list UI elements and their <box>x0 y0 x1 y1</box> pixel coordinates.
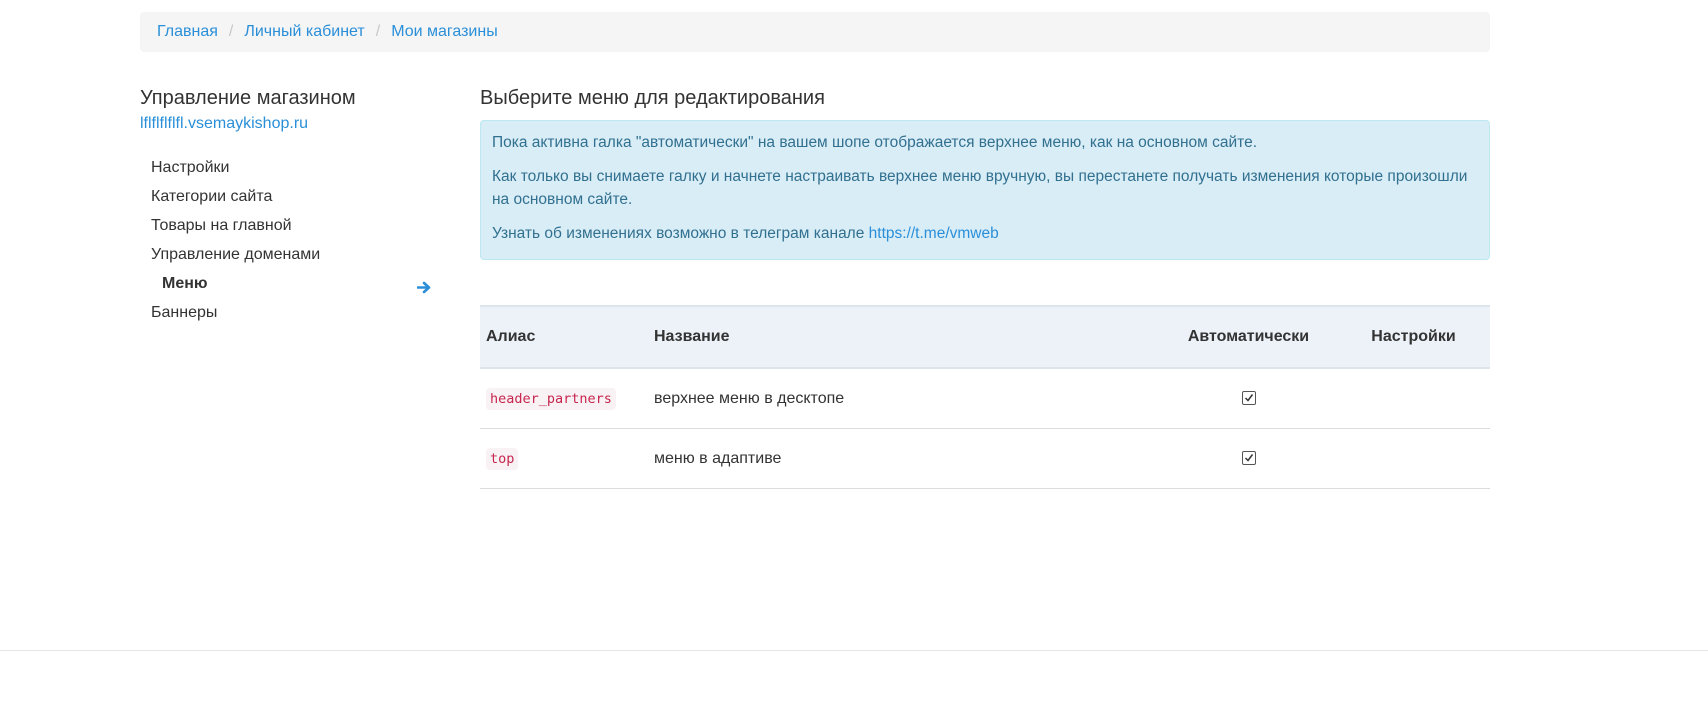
page: Главная / Личный кабинет / Мои магазины … <box>0 0 1708 706</box>
name-cell: верхнее меню в десктопе <box>648 368 1160 429</box>
sidebar-item-banners[interactable]: Баннеры <box>140 298 430 327</box>
breadcrumb: Главная / Личный кабинет / Мои магазины <box>140 12 1490 52</box>
breadcrumb-separator: / <box>228 23 234 40</box>
auto-cell <box>1160 428 1337 489</box>
info-alert: Пока активна галка "автоматически" на ва… <box>480 120 1490 260</box>
table-row[interactable]: header_partners верхнее меню в десктопе <box>480 368 1490 429</box>
menus-table: Алиас Название Автоматически Настройки h… <box>480 305 1490 489</box>
alias-code: top <box>486 447 519 470</box>
alias-code: header_partners <box>486 387 616 410</box>
alert-text: Узнать об изменениях возможно в телеграм… <box>492 225 869 242</box>
column-header-alias: Алиас <box>480 305 648 369</box>
column-header-auto: Автоматически <box>1160 305 1337 369</box>
settings-cell <box>1337 368 1490 429</box>
breadcrumb-account-link[interactable]: Личный кабинет <box>244 23 364 41</box>
sidebar-item-menu[interactable]: Меню <box>140 269 432 298</box>
name-cell: меню в адаптиве <box>648 428 1160 489</box>
page-title: Выберите меню для редактирования <box>480 87 825 109</box>
sidebar-item-domains[interactable]: Управление доменами <box>140 240 430 269</box>
settings-cell <box>1337 428 1490 489</box>
breadcrumb-home-link[interactable]: Главная <box>157 23 218 41</box>
footer-divider <box>0 650 1708 651</box>
arrow-right-icon <box>416 276 432 294</box>
shop-domain-link[interactable]: lflflflflfl.vsemaykishop.ru <box>140 114 430 134</box>
main-content: Выберите меню для редактирования Пока ак… <box>480 84 1490 489</box>
alias-cell: header_partners <box>480 368 648 429</box>
breadcrumb-shops-link[interactable]: Мои магазины <box>391 23 498 41</box>
sidebar-item-categories[interactable]: Категории сайта <box>140 182 430 211</box>
sidebar-item-home-products[interactable]: Товары на главной <box>140 211 430 240</box>
alert-paragraph: Пока активна галка "автоматически" на ва… <box>492 134 1257 151</box>
table-row[interactable]: top меню в адаптиве <box>480 428 1490 489</box>
column-header-name: Название <box>648 305 1160 369</box>
sidebar-title: Управление магазином <box>140 87 356 109</box>
sidebar-nav: Настройки Категории сайта Товары на глав… <box>140 153 432 327</box>
alert-paragraph: Узнать об изменениях возможно в телеграм… <box>492 222 1478 245</box>
telegram-channel-link[interactable]: https://t.me/vmweb <box>869 225 999 242</box>
sidebar: Управление магазином lflflflflfl.vsemayk… <box>140 84 432 327</box>
alert-paragraph: Как только вы снимаете галку и начнете н… <box>492 168 1468 208</box>
auto-checkbox[interactable] <box>1241 391 1256 406</box>
alias-cell: top <box>480 428 648 489</box>
table-header-row: Алиас Название Автоматически Настройки <box>480 305 1490 369</box>
auto-checkbox[interactable] <box>1241 451 1256 466</box>
auto-cell <box>1160 368 1337 429</box>
sidebar-item-label: Меню <box>162 275 208 292</box>
column-header-settings: Настройки <box>1337 305 1490 369</box>
breadcrumb-separator: / <box>375 23 381 40</box>
sidebar-item-settings[interactable]: Настройки <box>140 153 430 182</box>
